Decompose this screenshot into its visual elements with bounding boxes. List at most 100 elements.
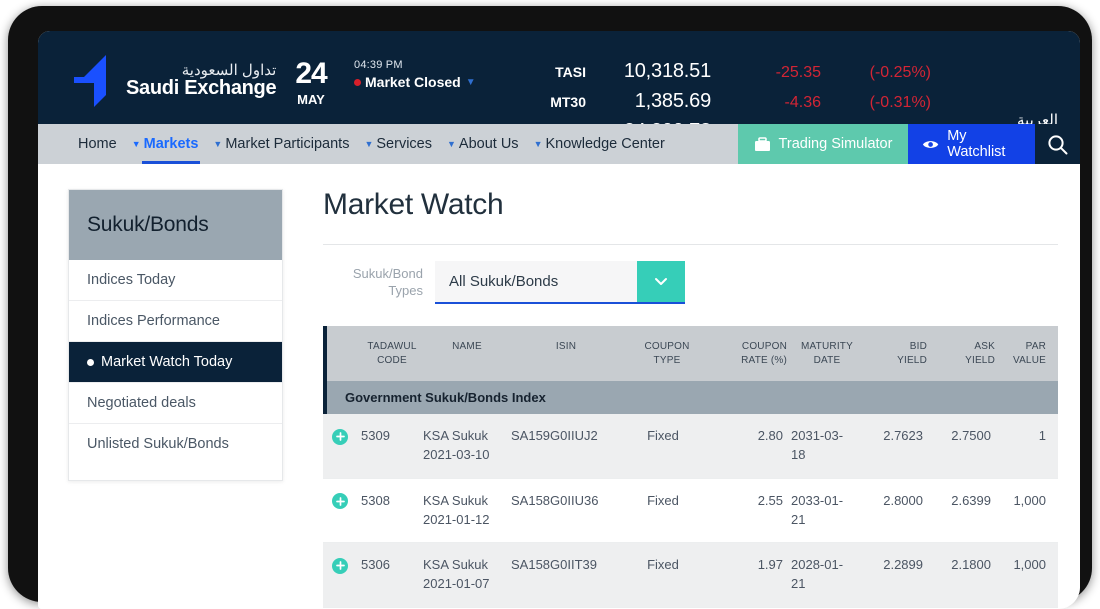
cell-coupon-type: Fixed <box>617 556 709 575</box>
nav-label: Market Participants <box>225 136 349 152</box>
nav-label: Knowledge Center <box>545 136 664 152</box>
cell-coupon-rate: 2.55 <box>709 492 787 511</box>
market-status-label: Market Closed <box>365 74 461 90</box>
cell-bid-yield: 2.8000 <box>859 492 927 511</box>
select-value: All Sukuk/Bonds <box>435 261 637 302</box>
column-header-par-value: PAR VALUE <box>999 326 1058 381</box>
index-value: 10,318.51 <box>586 60 711 83</box>
column-header-maturity-date: MATURITY DATE <box>791 326 863 381</box>
index-name: TASI <box>508 64 586 80</box>
my-watchlist-button[interactable]: My Watchlist <box>908 124 1035 164</box>
cell-maturity-line1: 2031-03- <box>791 427 855 446</box>
header-line2: RATE (%) <box>717 354 787 368</box>
index-percent: (-0.25%) <box>821 64 931 82</box>
plus-icon <box>336 432 345 441</box>
current-time: 04:39 PM <box>354 59 476 71</box>
sidebar-card: Sukuk/Bonds Indices Today Indices Perfor… <box>68 189 283 481</box>
nav-item-knowledge-center[interactable]: ▼ Knowledge Center <box>534 124 665 164</box>
sukuk-bond-types-select[interactable]: All Sukuk/Bonds <box>435 261 685 304</box>
cell-tadawul-code: 5306 <box>357 556 419 575</box>
nav-item-about-us[interactable]: ▼ About Us <box>447 124 519 164</box>
date-day: 24 <box>283 57 339 91</box>
page-body: Sukuk/Bonds Indices Today Indices Perfor… <box>38 164 1080 609</box>
market-status[interactable]: 04:39 PM Market Closed ▼ <box>354 59 476 90</box>
index-value: 1,385.69 <box>586 90 711 113</box>
cell-tadawul-code: 5308 <box>357 492 419 511</box>
cell-maturity-date: 2033-01- 21 <box>787 492 859 530</box>
plus-circle-icon[interactable] <box>332 429 348 445</box>
header-line1: ASK <box>935 340 995 354</box>
cell-name: KSA Sukuk 2021-01-07 <box>419 556 507 594</box>
table-header-row: TADAWUL CODE NAME ISIN COUPON TYPE <box>323 326 1058 381</box>
plus-circle-icon[interactable] <box>332 558 348 574</box>
eye-icon <box>922 138 939 151</box>
plus-icon <box>336 561 345 570</box>
select-dropdown-button[interactable] <box>637 261 685 302</box>
cell-name: KSA Sukuk 2021-01-12 <box>419 492 507 530</box>
cell-coupon-rate: 2.80 <box>709 427 787 446</box>
column-header-isin: ISIN <box>511 326 621 381</box>
row-expand-cell[interactable] <box>323 427 357 447</box>
header-line2: YIELD <box>935 354 995 368</box>
sidebar-title: Sukuk/Bonds <box>69 190 282 260</box>
row-expand-cell[interactable] <box>323 492 357 512</box>
chevron-down-icon <box>654 277 668 286</box>
sidebar-item-label: Indices Performance <box>87 313 220 329</box>
logo[interactable]: تداول السعودية Saudi Exchange <box>72 53 276 109</box>
page-title: Market Watch <box>323 188 1058 222</box>
cell-par-value: 1,000 <box>995 556 1058 575</box>
nav-label: Home <box>78 136 117 152</box>
site-header: تداول السعودية Saudi Exchange 24 MAY 04:… <box>38 31 1080 124</box>
nav-item-services[interactable]: ▼ Services <box>364 124 432 164</box>
table-row[interactable]: 5306 KSA Sukuk 2021-01-07 SA158G0IIT39 F… <box>323 543 1058 608</box>
my-watchlist-label: My Watchlist <box>947 128 1021 160</box>
nav-item-home[interactable]: Home <box>78 124 117 164</box>
logo-english-text: Saudi Exchange <box>126 78 276 99</box>
plus-icon <box>336 497 345 506</box>
nav-item-market-participants[interactable]: ▼ Market Participants <box>213 124 349 164</box>
status-dot-icon <box>354 79 361 86</box>
chevron-down-icon: ▼ <box>364 139 373 149</box>
sidebar-item-indices-performance[interactable]: Indices Performance <box>69 301 282 342</box>
saudi-exchange-logo-icon <box>72 53 118 109</box>
column-header-name: NAME <box>423 326 511 381</box>
bullet-icon <box>87 359 94 366</box>
cell-coupon-rate: 1.97 <box>709 556 787 575</box>
header-line2: VALUE <box>1003 354 1046 368</box>
briefcase-icon <box>754 137 771 152</box>
row-expand-cell[interactable] <box>323 556 357 576</box>
cell-isin: SA158G0IIU36 <box>507 492 617 511</box>
market-watch-table: TADAWUL CODE NAME ISIN COUPON TYPE <box>323 326 1058 608</box>
screen: تداول السعودية Saudi Exchange 24 MAY 04:… <box>38 31 1080 609</box>
sidebar-item-label: Unlisted Sukuk/Bonds <box>87 436 229 452</box>
plus-circle-icon[interactable] <box>332 493 348 509</box>
table-row[interactable]: 5308 KSA Sukuk 2021-01-12 SA158G0IIU36 F… <box>323 479 1058 544</box>
column-header-tadawul-code: TADAWUL CODE <box>361 326 423 381</box>
table-row[interactable]: 5309 KSA Sukuk 2021-03-10 SA159G0IIUJ2 F… <box>323 414 1058 479</box>
cell-maturity-line2: 21 <box>791 575 855 594</box>
trading-simulator-button[interactable]: Trading Simulator <box>738 124 908 164</box>
nav-item-markets[interactable]: ▼ Markets <box>132 124 199 164</box>
cell-ask-yield: 2.1800 <box>927 556 995 575</box>
search-button[interactable] <box>1035 124 1080 164</box>
cell-name: KSA Sukuk 2021-03-10 <box>419 427 507 465</box>
column-header-bid-yield: BID YIELD <box>863 326 931 381</box>
column-header-expand <box>327 326 361 381</box>
chevron-down-icon: ▼ <box>447 139 456 149</box>
sidebar-item-label: Indices Today <box>87 272 175 288</box>
sidebar-item-indices-today[interactable]: Indices Today <box>69 260 282 301</box>
group-title: Government Sukuk/Bonds Index <box>345 390 546 405</box>
cell-coupon-type: Fixed <box>617 492 709 511</box>
current-date: 24 MAY <box>283 57 339 107</box>
sidebar: Sukuk/Bonds Indices Today Indices Perfor… <box>38 164 313 609</box>
cell-maturity-line2: 21 <box>791 511 855 530</box>
header-line2: DATE <box>795 354 859 368</box>
sidebar-item-market-watch-today[interactable]: Market Watch Today <box>69 342 282 383</box>
header-line2: CODE <box>365 354 419 368</box>
cell-maturity-line1: 2028-01- <box>791 556 855 575</box>
cell-maturity-line2: 18 <box>791 446 855 465</box>
cell-maturity-line1: 2033-01- <box>791 492 855 511</box>
sidebar-item-unlisted-sukuk-bonds[interactable]: Unlisted Sukuk/Bonds <box>69 424 282 480</box>
sidebar-item-negotiated-deals[interactable]: Negotiated deals <box>69 383 282 424</box>
cell-name-line2: 2021-01-12 <box>423 511 503 530</box>
